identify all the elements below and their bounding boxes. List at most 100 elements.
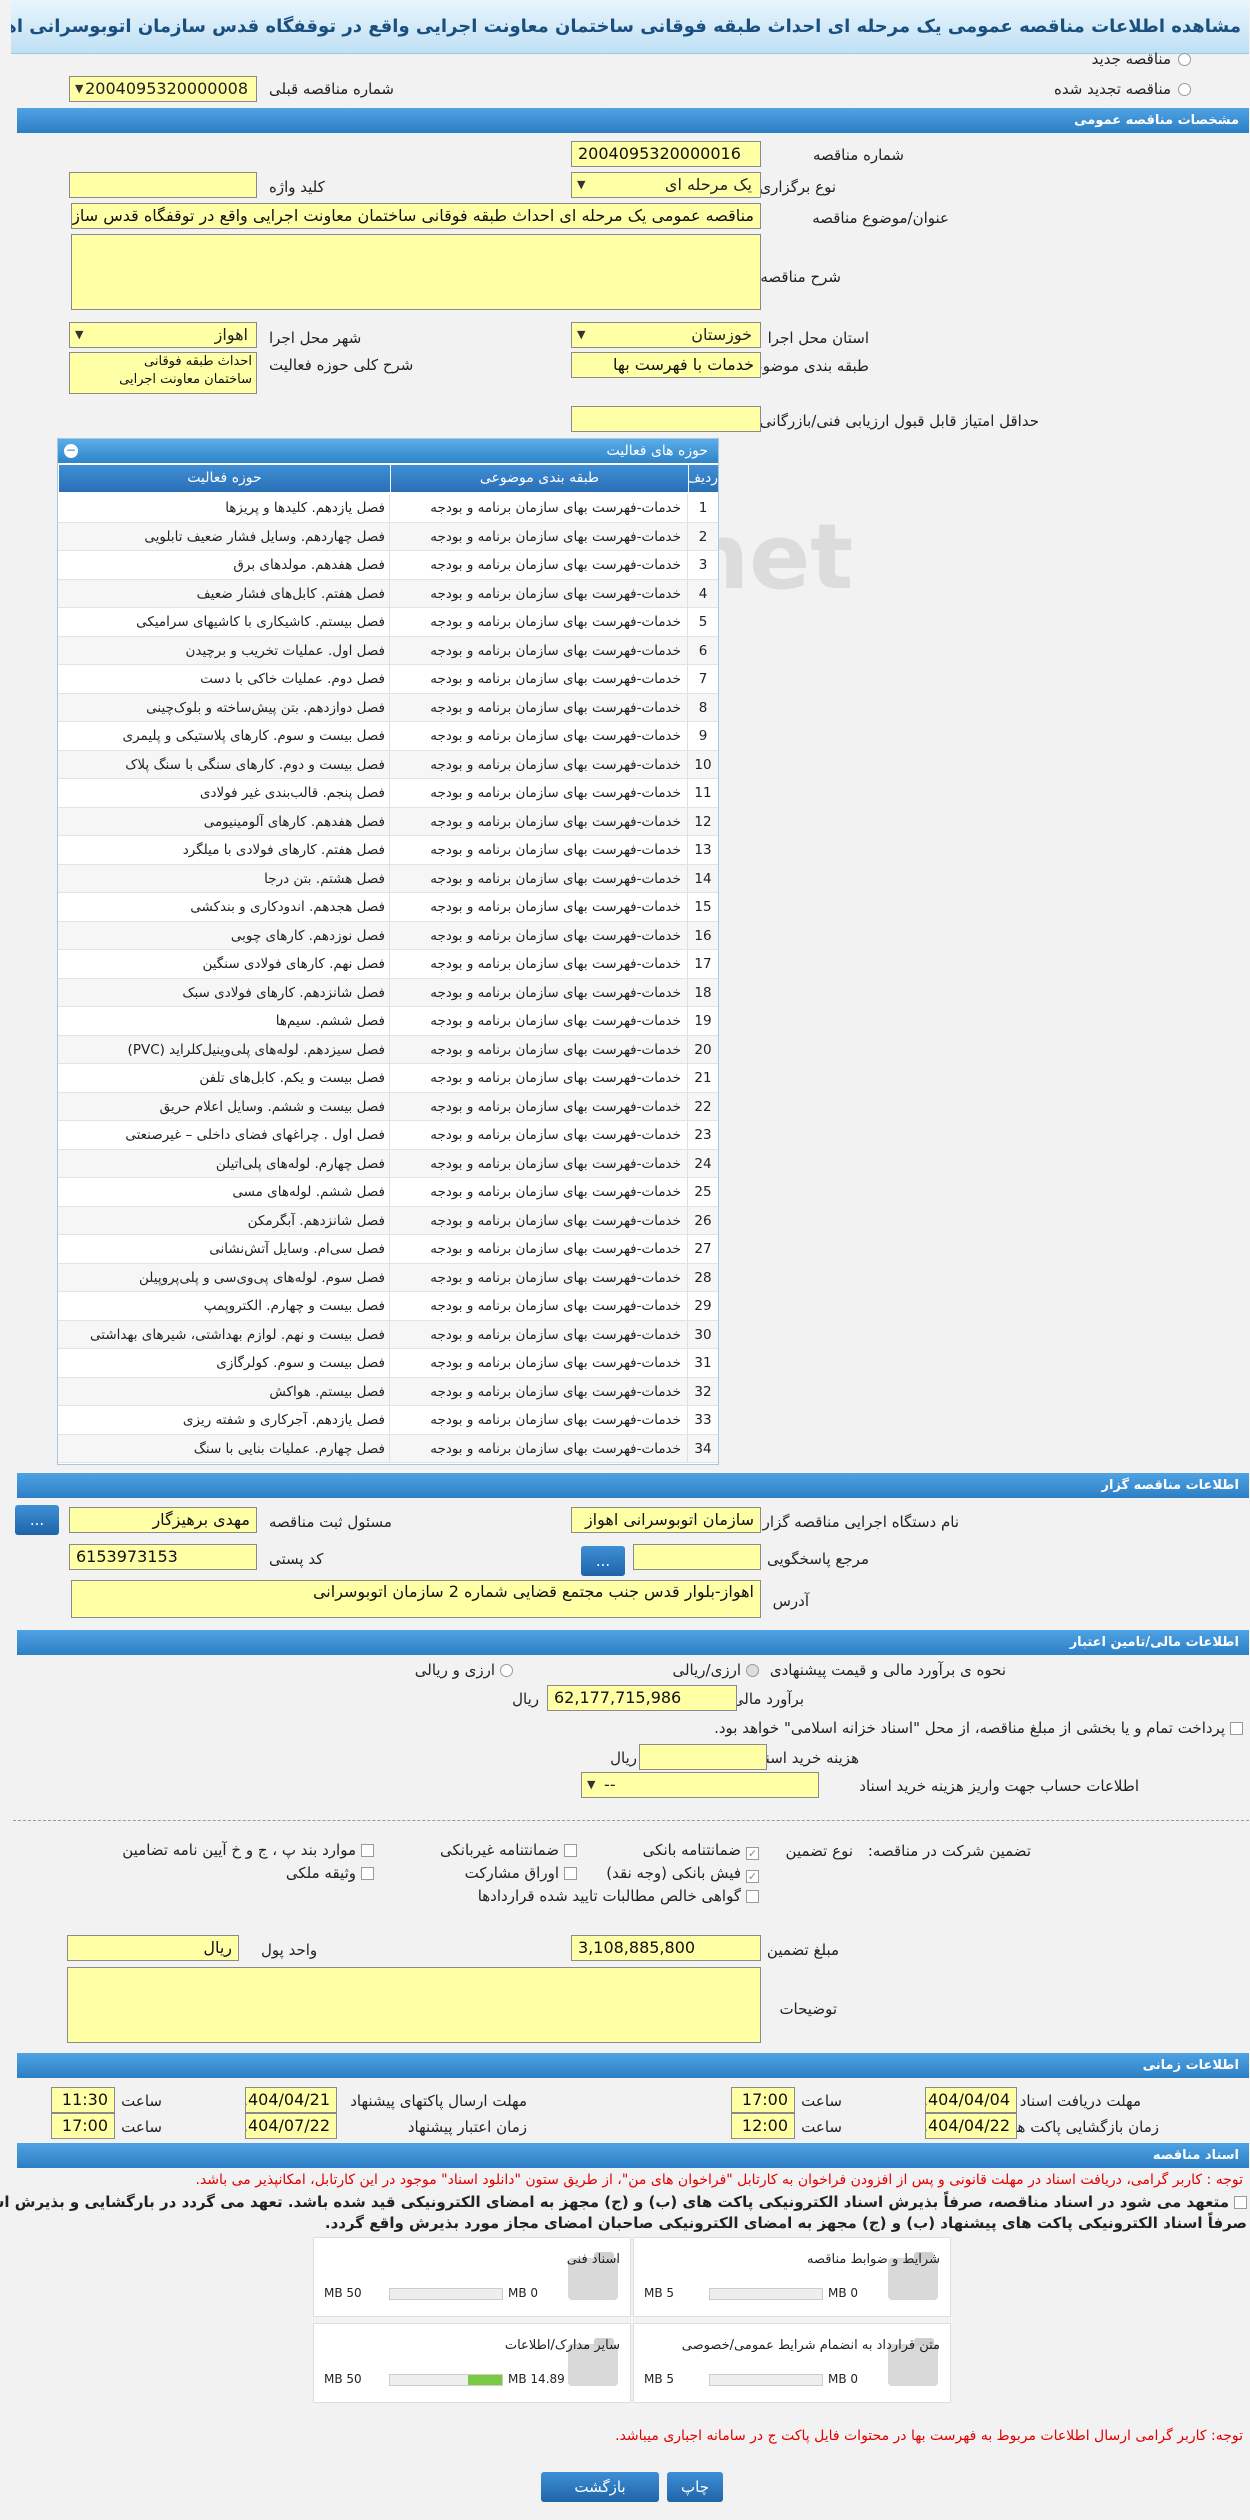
checkbox-box[interactable] (362, 1844, 375, 1857)
min-score-input[interactable] (572, 406, 762, 432)
table-row[interactable]: 11 خدمات-فهرست بهای سازمان برنامه و بودجه… (59, 779, 719, 808)
table-row[interactable]: 10 خدمات-فهرست بهای سازمان برنامه و بودجه… (59, 750, 719, 779)
table-row[interactable]: 9 خدمات-فهرست بهای سازمان برنامه و بودجه ف… (59, 722, 719, 751)
send-time[interactable]: 11:30 (52, 2087, 116, 2113)
table-row[interactable]: 21 خدمات-فهرست بهای سازمان برنامه و بودجه… (59, 1064, 719, 1093)
postal-field[interactable]: 6153973153 (70, 1544, 258, 1570)
subject-input[interactable]: مناقصه عمومی یک مرحله ای احداث طبقه فوقا… (72, 203, 762, 229)
table-row[interactable]: 15 خدمات-فهرست بهای سازمان برنامه و بودجه… (59, 893, 719, 922)
g4-checkbox[interactable]: ✓ (747, 1866, 760, 1884)
table-row[interactable]: 22 خدمات-فهرست بهای سازمان برنامه و بودجه… (59, 1092, 719, 1121)
back-button[interactable]: بازگشت (542, 2472, 660, 2502)
table-row[interactable]: 2 خدمات-فهرست بهای سازمان برنامه و بودجه ف… (59, 522, 719, 551)
doc-cost-input[interactable] (640, 1744, 768, 1770)
desc-textarea[interactable] (72, 234, 762, 310)
check-icon[interactable]: ✓ (747, 1870, 760, 1883)
category-field[interactable]: خدمات با فهرست بها (572, 352, 762, 378)
g5-checkbox[interactable] (565, 1866, 578, 1884)
table-row[interactable]: 33 خدمات-فهرست بهای سازمان برنامه و بودجه… (59, 1406, 719, 1435)
tender-no-field[interactable]: 2004095320000016 (572, 141, 762, 167)
g1-checkbox[interactable]: ✓ (747, 1843, 760, 1861)
doc-receive-time[interactable]: 17:00 (732, 2087, 796, 2113)
city-select[interactable]: اهواز ▼ (70, 322, 258, 348)
radio-circle[interactable] (501, 1664, 514, 1677)
g6-checkbox[interactable] (362, 1866, 375, 1884)
checkbox-box[interactable] (1231, 1722, 1244, 1735)
open-time[interactable]: 12:00 (732, 2113, 796, 2139)
table-row[interactable]: 25 خدمات-فهرست بهای سازمان برنامه و بودجه… (59, 1178, 719, 1207)
table-row[interactable]: 27 خدمات-فهرست بهای سازمان برنامه و بودجه… (59, 1235, 719, 1264)
checkbox-box[interactable] (565, 1867, 578, 1880)
checkbox-box[interactable] (1235, 2196, 1248, 2209)
table-row[interactable]: 4 خدمات-فهرست بهای سازمان برنامه و بودجه ف… (59, 579, 719, 608)
table-row[interactable]: 29 خدمات-فهرست بهای سازمان برنامه و بودجه… (59, 1292, 719, 1321)
table-row[interactable]: 3 خدمات-فهرست بهای سازمان برنامه و بودجه ف… (59, 551, 719, 580)
table-row[interactable]: 26 خدمات-فهرست بهای سازمان برنامه و بودجه… (59, 1206, 719, 1235)
send-date[interactable]: 1404/04/21 (246, 2087, 338, 2113)
table-row[interactable]: 28 خدمات-فهرست بهای سازمان برنامه و بودجه… (59, 1263, 719, 1292)
account-select[interactable]: -- ▼ (582, 1772, 820, 1798)
table-row[interactable]: 23 خدمات-فهرست بهای سازمان برنامه و بودجه… (59, 1121, 719, 1150)
table-row[interactable]: 7 خدمات-فهرست بهای سازمان برنامه و بودجه ف… (59, 665, 719, 694)
radio-currency-rial-or[interactable] (747, 1663, 760, 1681)
notes-textarea[interactable] (68, 1967, 762, 2043)
checkbox-box[interactable] (362, 1867, 375, 1880)
treasury-checkbox[interactable] (1231, 1721, 1244, 1739)
print-button[interactable]: چاپ (668, 2472, 724, 2502)
reg-lookup-button[interactable]: ... (16, 1505, 60, 1535)
doc-receive-date[interactable]: 1404/04/04 (926, 2087, 1018, 2113)
g7-checkbox[interactable] (747, 1889, 760, 1907)
table-row[interactable]: 19 خدمات-فهرست بهای سازمان برنامه و بودجه… (59, 1007, 719, 1036)
open-date[interactable]: 1404/04/22 (926, 2113, 1018, 2139)
prev-tender-select[interactable]: 2004095320000008 ▼ (70, 76, 258, 102)
g2-checkbox[interactable] (565, 1843, 578, 1861)
table-row[interactable]: 20 خدمات-فهرست بهای سازمان برنامه و بودجه… (59, 1035, 719, 1064)
table-row[interactable]: 8 خدمات-فهرست بهای سازمان برنامه و بودجه ف… (59, 693, 719, 722)
checkbox-box[interactable] (747, 1890, 760, 1903)
radio-circle[interactable] (1179, 53, 1192, 66)
table-row[interactable]: 5 خدمات-فهرست بهای سازمان برنامه و بودجه ف… (59, 608, 719, 637)
radio-currency-and-rial[interactable] (501, 1663, 514, 1681)
province-select[interactable]: خوزستان ▼ (572, 322, 762, 348)
valid-date[interactable]: 1404/07/22 (246, 2113, 338, 2139)
table-row[interactable]: 32 خدمات-فهرست بهای سازمان برنامه و بودجه… (59, 1377, 719, 1406)
reg-field[interactable]: مهدی برهیزگار (70, 1507, 258, 1533)
file-box[interactable]: شرایط و ضوابط مناقصه 0 MB 5 MB (634, 2237, 952, 2317)
addr-field[interactable]: اهواز-بلوار قدس جنب مجتمع قضایی شماره 2 … (72, 1580, 762, 1618)
table-row[interactable]: 14 خدمات-فهرست بهای سازمان برنامه و بودجه… (59, 864, 719, 893)
radio-renewed-tender[interactable] (1179, 82, 1192, 100)
scope-listbox[interactable]: احداث طبقه فوقانی ساختمان معاونت اجرایی (70, 352, 258, 394)
table-row[interactable]: 24 خدمات-فهرست بهای سازمان برنامه و بودجه… (59, 1149, 719, 1178)
table-row[interactable]: 12 خدمات-فهرست بهای سازمان برنامه و بودجه… (59, 807, 719, 836)
checkbox-box[interactable] (565, 1844, 578, 1857)
amount-field[interactable]: 3,108,885,800 (572, 1935, 762, 1961)
keyword-input[interactable] (70, 172, 258, 198)
currency-field[interactable]: ریال (68, 1935, 240, 1961)
exec-field[interactable]: سازمان اتوبوسرانی اهواز (572, 1507, 762, 1533)
table-row[interactable]: 34 خدمات-فهرست بهای سازمان برنامه و بودجه… (59, 1434, 719, 1463)
file-box[interactable]: سایر مدارک/اطلاعات 14.89 MB 50 MB (314, 2323, 632, 2403)
radio-new-tender[interactable] (1179, 52, 1192, 70)
table-row[interactable]: 17 خدمات-فهرست بهای سازمان برنامه و بودجه… (59, 950, 719, 979)
estimate-field[interactable]: 62,177,715,986 (548, 1685, 738, 1711)
pledge-checkbox[interactable] (1235, 2195, 1248, 2213)
ref-input[interactable] (634, 1544, 762, 1570)
check-icon[interactable]: ✓ (747, 1847, 760, 1860)
table-row[interactable]: 18 خدمات-فهرست بهای سازمان برنامه و بودجه… (59, 978, 719, 1007)
table-row[interactable]: 16 خدمات-فهرست بهای سازمان برنامه و بودجه… (59, 921, 719, 950)
g3-checkbox[interactable] (362, 1843, 375, 1861)
table-row[interactable]: 13 خدمات-فهرست بهای سازمان برنامه و بودجه… (59, 836, 719, 865)
table-row[interactable]: 6 خدمات-فهرست بهای سازمان برنامه و بودجه ف… (59, 636, 719, 665)
file-box[interactable]: اسناد فنی 0 MB 50 MB (314, 2237, 632, 2317)
radio-circle[interactable] (1179, 83, 1192, 96)
type-select[interactable]: یک مرحله ای ▼ (572, 172, 762, 198)
table-row[interactable]: 1 خدمات-فهرست بهای سازمان برنامه و بودجه ف… (59, 494, 719, 523)
row-activity: فصل بیست و یکم. کابل‌های تلفن (59, 1064, 391, 1092)
file-box[interactable]: متن قرارداد به انضمام شرایط عمومی/خصوصی 0… (634, 2323, 952, 2403)
table-row[interactable]: 30 خدمات-فهرست بهای سازمان برنامه و بودجه… (59, 1320, 719, 1349)
table-row[interactable]: 31 خدمات-فهرست بهای سازمان برنامه و بودجه… (59, 1349, 719, 1378)
ref-lookup-button[interactable]: ... (582, 1546, 626, 1576)
valid-time[interactable]: 17:00 (52, 2113, 116, 2139)
collapse-icon[interactable]: − (65, 444, 79, 458)
radio-circle[interactable] (747, 1664, 760, 1677)
